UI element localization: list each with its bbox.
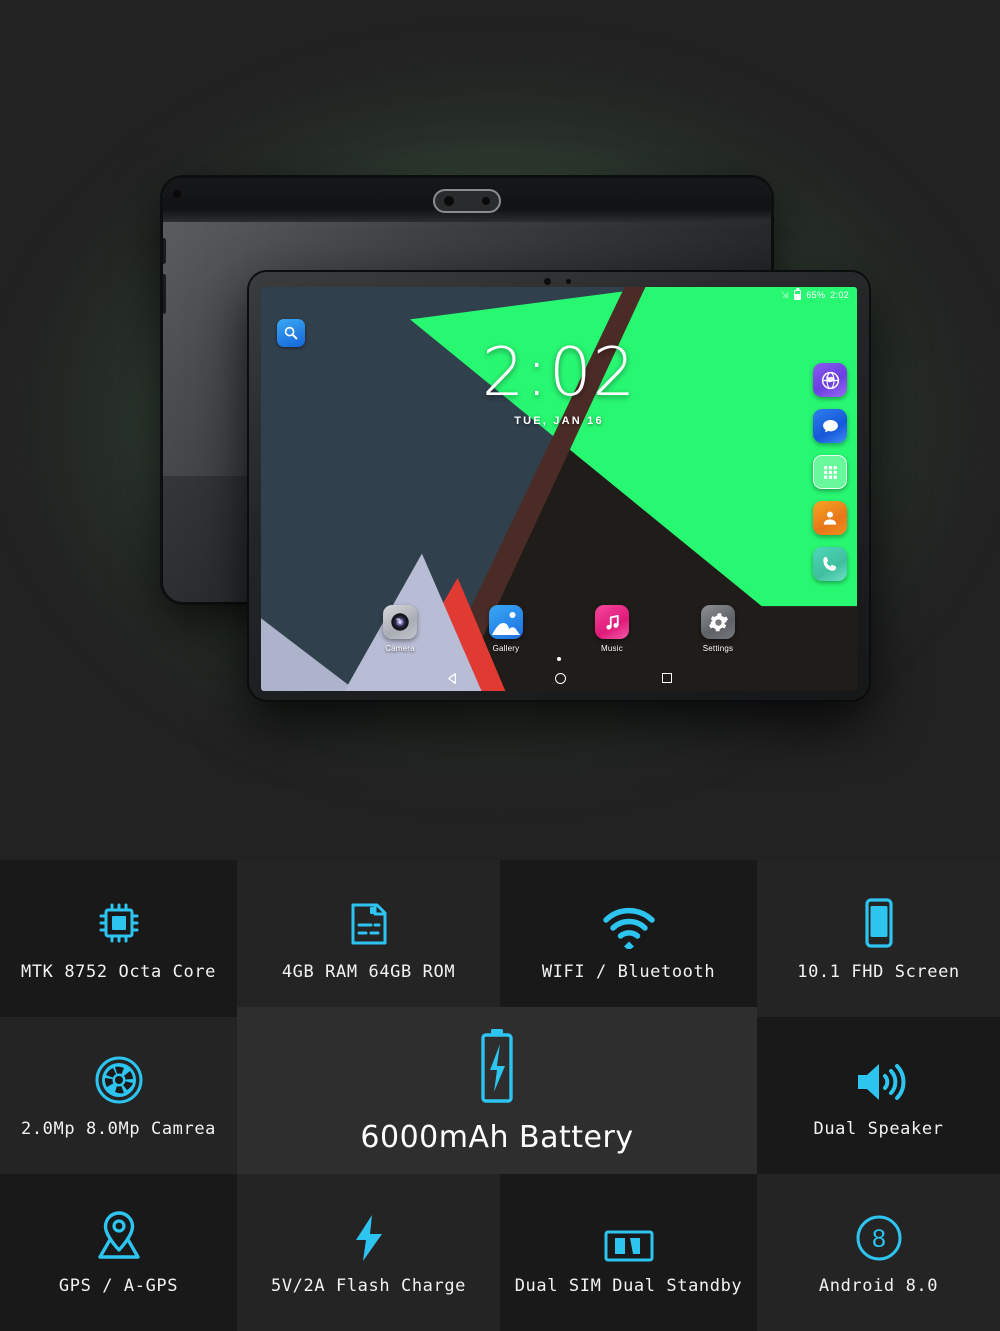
front-camera-sensors <box>536 278 582 285</box>
app-icon-messages[interactable] <box>813 409 847 443</box>
app-icon-phone[interactable] <box>813 547 847 581</box>
feature-grid: MTK 8752 Octa Core 4GB RAM 64GB ROM WIFI… <box>0 860 1000 1331</box>
feature-cell-dual-sim: Dual SIM Dual Standby <box>500 1174 757 1331</box>
feature-label-battery: 6000mAh Battery <box>360 1120 634 1155</box>
memory-card-icon <box>344 891 394 949</box>
feature-cell-gps: GPS / A-GPS <box>0 1174 237 1331</box>
grid-icon <box>823 465 837 479</box>
gear-icon <box>708 612 728 631</box>
lightning-bolt-icon <box>349 1205 389 1263</box>
feature-label-memory: 4GB RAM 64GB ROM <box>281 962 456 982</box>
feature-cell-battery: 6000mAh Battery <box>237 1007 757 1174</box>
feature-cell-camera: 2.0Mp 8.0Mp Camrea <box>0 1017 237 1174</box>
dock-item-camera[interactable]: Camera <box>375 605 425 653</box>
product-feature-page: 65% 2:02 2:02 TUE, JAN 16 Camera Gallery… <box>0 0 1000 1331</box>
globe-icon <box>821 371 839 389</box>
home-dock: Camera Gallery Music Settings <box>261 605 857 653</box>
feature-label-android: Android 8.0 <box>818 1276 939 1296</box>
feature-cell-cpu: MTK 8752 Octa Core <box>0 860 237 1017</box>
photo-icon <box>492 612 520 635</box>
dock-label-music: Music <box>601 644 623 653</box>
feature-cell-screen: 10.1 FHD Screen <box>757 860 1000 1017</box>
dock-item-music[interactable]: Music <box>587 605 637 653</box>
feature-cell-android: 8 Android 8.0 <box>757 1174 1000 1331</box>
hero-product-showcase: 65% 2:02 2:02 TUE, JAN 16 Camera Gallery… <box>0 0 1000 860</box>
triangle-back-icon[interactable] <box>446 672 459 685</box>
app-icon-camera <box>383 605 417 639</box>
power-button <box>163 238 166 264</box>
dock-label-gallery: Gallery <box>492 644 520 653</box>
app-icon-contacts[interactable] <box>813 501 847 535</box>
speech-bubble-icon <box>822 419 838 432</box>
feature-label-camera: 2.0Mp 8.0Mp Camrea <box>20 1119 217 1139</box>
rear-lens-secondary <box>482 197 490 205</box>
feature-cell-speaker: Dual Speaker <box>757 1017 1000 1174</box>
tablet-screen: 65% 2:02 2:02 TUE, JAN 16 Camera Gallery… <box>261 287 857 691</box>
app-icon-browser[interactable] <box>813 363 847 397</box>
app-icon-settings <box>701 605 735 639</box>
location-pin-icon <box>93 1205 145 1263</box>
android-8-icon: 8 <box>854 1205 904 1263</box>
status-bar: 65% 2:02 <box>781 290 849 300</box>
camera-icon <box>391 613 409 631</box>
dock-label-camera: Camera <box>385 644 415 653</box>
search-widget[interactable] <box>277 319 305 347</box>
dual-camera-module <box>433 189 501 213</box>
screen-icon <box>862 891 896 949</box>
dock-label-settings: Settings <box>702 644 734 653</box>
volume-button <box>163 274 166 314</box>
search-icon <box>284 326 298 340</box>
clock-time: 2:02 <box>481 333 637 411</box>
page-indicator-dot <box>557 657 561 661</box>
wifi-icon <box>601 891 657 949</box>
cpu-chip-icon <box>93 891 145 949</box>
lockscreen-clock: 2:02 TUE, JAN 16 <box>261 333 857 428</box>
feature-cell-flash-charge: 5V/2A Flash Charge <box>237 1174 500 1331</box>
battery-icon <box>794 290 802 300</box>
side-app-dock <box>813 363 847 581</box>
app-icon-gallery <box>489 605 523 639</box>
tablet-front-view: 65% 2:02 2:02 TUE, JAN 16 Camera Gallery… <box>249 272 869 700</box>
aperture-icon <box>93 1048 145 1106</box>
dock-item-gallery[interactable]: Gallery <box>481 605 531 653</box>
signal-off-icon <box>781 291 790 299</box>
dock-item-settings[interactable]: Settings <box>693 605 743 653</box>
battery-charging-icon <box>475 1026 519 1106</box>
feature-label-speaker: Dual Speaker <box>813 1119 944 1139</box>
battery-percent: 65% <box>806 290 826 300</box>
dual-sim-icon <box>604 1205 654 1263</box>
app-icon-music <box>595 605 629 639</box>
feature-label-wifi: WIFI / Bluetooth <box>541 962 716 982</box>
person-icon <box>823 511 837 525</box>
feature-label-screen: 10.1 FHD Screen <box>797 962 960 982</box>
feature-cell-memory: 4GB RAM 64GB ROM <box>237 860 500 1017</box>
speaker-icon <box>852 1048 906 1106</box>
feature-label-flash-charge: 5V/2A Flash Charge <box>270 1276 467 1296</box>
phone-icon <box>823 556 836 571</box>
status-bar-time: 2:02 <box>830 290 849 300</box>
feature-label-dual-sim: Dual SIM Dual Standby <box>514 1276 743 1296</box>
app-icon-app-drawer[interactable] <box>813 455 847 489</box>
music-note-icon <box>605 614 619 630</box>
rear-lens-primary <box>444 196 454 206</box>
feature-cell-wifi: WIFI / Bluetooth <box>500 860 757 1017</box>
clock-date: TUE, JAN 16 <box>514 415 604 427</box>
rear-corner-sensor <box>173 190 181 198</box>
square-recents-icon[interactable] <box>662 673 672 683</box>
circle-home-icon[interactable] <box>555 672 566 684</box>
feature-label-gps: GPS / A-GPS <box>58 1276 179 1296</box>
android-nav-bar <box>261 665 857 691</box>
feature-label-cpu: MTK 8752 Octa Core <box>20 962 217 982</box>
svg-text:8: 8 <box>872 1225 886 1253</box>
